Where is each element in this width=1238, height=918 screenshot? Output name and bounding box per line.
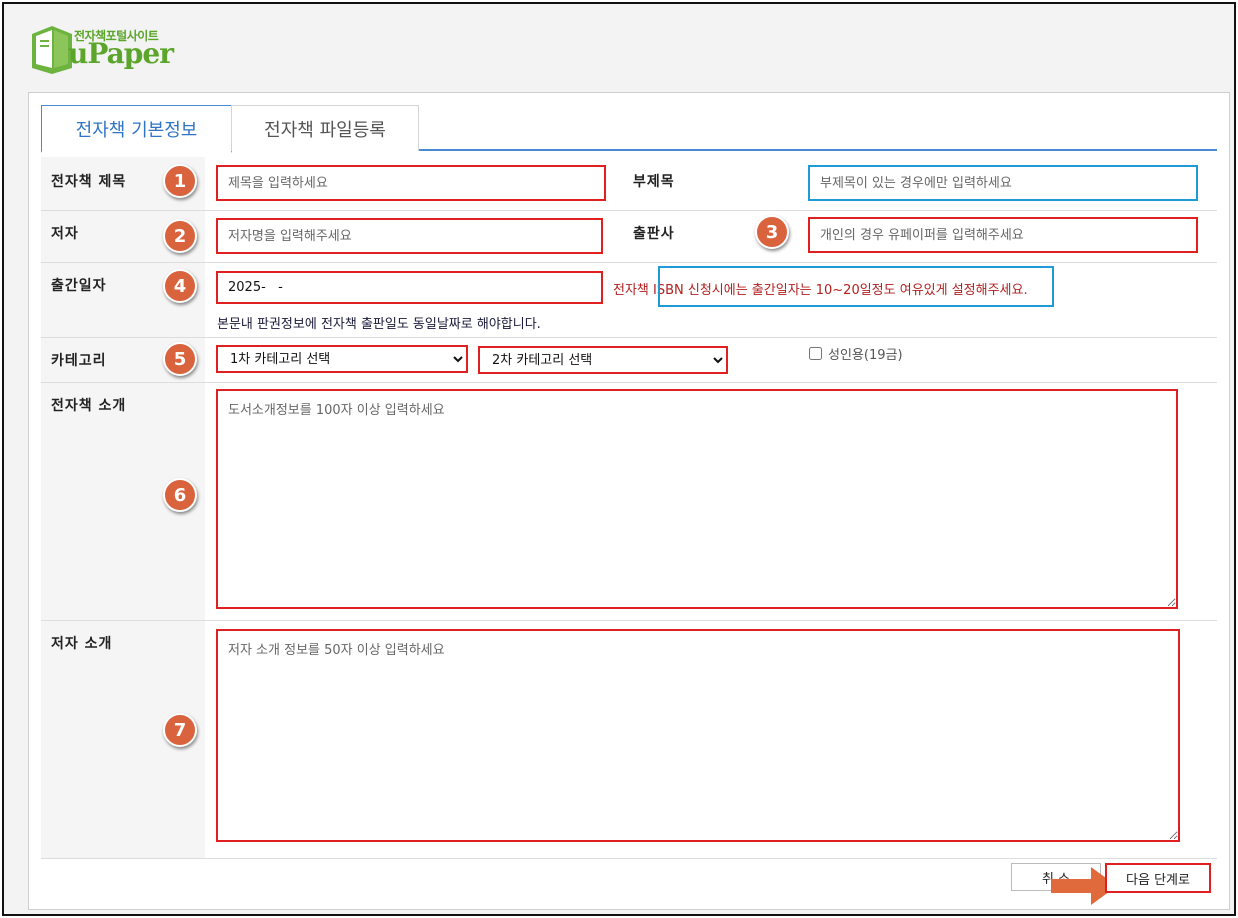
pubdate-input[interactable] (216, 271, 603, 304)
uppaper-logo[interactable]: 전자책포털사이트 uPaper (28, 22, 188, 78)
author-intro-label: 저자 소개 (51, 636, 113, 652)
step-badge-4: 4 (163, 269, 197, 303)
step-badge-1: 1 (163, 164, 197, 198)
secondary-category-select[interactable]: 2차 카테고리 선택 (478, 346, 728, 374)
publisher-input[interactable] (808, 217, 1198, 253)
author-label: 저자 (51, 226, 79, 242)
intro-textarea[interactable] (216, 389, 1178, 609)
step-badge-6: 6 (163, 478, 197, 512)
step-badge-3: 3 (755, 215, 789, 249)
title-label: 전자책 제목 (51, 174, 127, 190)
row-category: 카테고리 5 1차 카테고리 선택 2차 카테고리 선택 성인용(19금) (41, 338, 1217, 383)
row-intro: 전자책 소개 6 (41, 383, 1217, 621)
intro-label: 전자책 소개 (51, 398, 127, 414)
tab-bar: 전자책 기본정보 전자책 파일등록 (41, 105, 1217, 153)
ebook-form-panel: 전자책 기본정보 전자책 파일등록 전자책 제목 1 부제목 저자 2 출판사 … (28, 92, 1230, 910)
primary-category-select[interactable]: 1차 카테고리 선택 (216, 345, 468, 373)
step-badge-7: 7 (163, 713, 197, 747)
row-author: 저자 2 출판사 3 (41, 211, 1217, 263)
next-step-button[interactable]: 다음 단계로 (1105, 863, 1211, 893)
subtitle-input[interactable] (808, 165, 1198, 201)
author-intro-textarea[interactable] (216, 629, 1180, 842)
logo-brand: uPaper (68, 37, 174, 70)
row-author-intro: 저자 소개 7 (41, 621, 1217, 859)
adult-checkbox-wrap[interactable]: 성인용(19금) (809, 344, 903, 363)
adult-checkbox[interactable] (809, 347, 822, 360)
publisher-label: 출판사 (633, 226, 675, 242)
pubdate-copyright-notice: 본문내 판권정보에 전자책 출판일도 동일날짜로 해야합니다. (217, 317, 541, 332)
subtitle-label: 부제목 (633, 174, 675, 190)
notice-highlight-box (658, 266, 1054, 307)
page-frame: 전자책포털사이트 uPaper 전자책 기본정보 전자책 파일등록 전자책 제목… (2, 2, 1236, 916)
step-badge-5: 5 (163, 342, 197, 376)
title-input[interactable] (216, 165, 606, 201)
category-label: 카테고리 (51, 353, 107, 369)
pubdate-label: 출간일자 (51, 278, 107, 294)
tab-basic-info[interactable]: 전자책 기본정보 (41, 105, 232, 153)
row-pubdate: 출간일자 4 전자책 ISBN 신청시에는 출간일자는 10~20일정도 여유있… (41, 263, 1217, 338)
author-input[interactable] (216, 218, 603, 254)
adult-checkbox-label: 성인용(19금) (828, 348, 903, 363)
tab-file-upload[interactable]: 전자책 파일등록 (231, 105, 419, 151)
notice-prefix: 전자책 (613, 283, 654, 298)
row-title: 전자책 제목 1 부제목 (41, 157, 1217, 211)
step-badge-2: 2 (163, 219, 197, 253)
